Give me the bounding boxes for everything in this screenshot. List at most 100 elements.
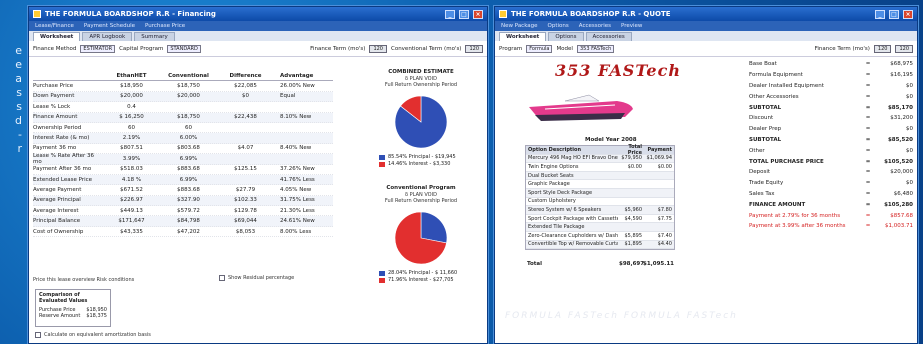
subpanel-line: Reserve Amount $18,375 — [39, 313, 107, 319]
price-value[interactable]: $68,975 — [873, 61, 913, 67]
amount-value[interactable]: 120 — [465, 44, 483, 53]
option-row[interactable]: Twin Engine Options $0.00 $0.00 — [526, 163, 674, 172]
menu-item[interactable]: Lease/Finance — [35, 23, 74, 29]
app-icon — [499, 10, 507, 18]
option-row[interactable]: Dual Bucket Seats — [526, 171, 674, 181]
price-value[interactable]: $105,520 — [873, 159, 913, 165]
equals-sign: = — [865, 126, 871, 133]
equals-sign: = — [865, 158, 871, 165]
amount-label: Conventional Term (mo's) — [390, 45, 462, 52]
equals-sign: = — [865, 212, 871, 219]
price-label: Payment at 3.99% after 36 months — [749, 223, 846, 230]
cell-value: $579.72 — [177, 207, 200, 214]
table-header: EthanHET Conventional Difference Advantage — [33, 71, 333, 82]
minimize-icon[interactable]: _ — [875, 9, 885, 19]
amortization-toggle[interactable]: Calculate on equivalent amortization bas… — [35, 332, 151, 338]
menu-item[interactable]: Options — [548, 23, 569, 29]
price-value[interactable]: $0 — [873, 126, 913, 132]
menu-item[interactable]: Preview — [621, 23, 642, 29]
price-value[interactable]: $16,195 — [873, 72, 913, 78]
price-row: Base Boat = $68,975 — [749, 59, 913, 70]
price-label: SUBTOTAL — [749, 104, 782, 111]
finance-value[interactable]: 120 — [873, 44, 892, 53]
option-name: Dual Bucket Seats — [528, 172, 574, 179]
price-row: Sales Tax = $6,480 — [749, 189, 913, 200]
row-label: Finance Amount — [33, 114, 78, 121]
cell-value: 4.18 % — [121, 176, 142, 183]
close-icon[interactable]: × — [473, 9, 483, 19]
price-value[interactable]: $85,520 — [873, 137, 913, 143]
subpanel-label: Reserve Amount — [39, 313, 81, 319]
left-titlebar: THE FORMULA BOARDSHOP R.R - Financing _ … — [29, 7, 487, 21]
option-name: Convertible Top w/ Removable Curtain — [528, 241, 618, 248]
price-value[interactable]: $0 — [873, 180, 913, 186]
cell-value: $18,950 — [120, 83, 143, 90]
price-value[interactable]: $857.68 — [873, 213, 913, 219]
program-select[interactable]: Formula — [526, 44, 553, 53]
close-icon[interactable]: × — [903, 9, 913, 19]
table-row: Cost of Ownership $43,335 $47,202 $8,053 8.0… — [33, 227, 333, 238]
tab-worksheet[interactable]: Worksheet — [33, 32, 81, 41]
price-row: SUBTOTAL = $85,520 — [749, 135, 913, 146]
price-value[interactable]: $1,003.71 — [873, 223, 913, 229]
options-total: Total $98,697 $1,095.11 — [525, 261, 675, 267]
group-label: Finance Term (mo's) — [310, 45, 366, 52]
option-value: $7.75 — [657, 215, 672, 222]
option-row[interactable]: Sport Style Deck Package — [526, 188, 674, 198]
amortization-checkbox[interactable] — [35, 332, 41, 338]
row-label: Average Interest — [33, 207, 79, 214]
tab-summary[interactable]: Summary — [134, 32, 175, 41]
option-row[interactable]: Custom Upholstery — [526, 198, 674, 207]
menu-item[interactable]: Accessories — [579, 23, 611, 29]
method-select[interactable]: ESTIMATOR — [80, 44, 116, 53]
left-toolbar: Finance Method ESTIMATOR Capital Program… — [29, 41, 487, 57]
price-value[interactable]: $0 — [873, 83, 913, 89]
show-residual-toggle[interactable]: Show Residual percentage — [219, 275, 294, 281]
option-row[interactable]: Stereo System w/ 6 Speakers $5,960 $7.80 — [526, 206, 674, 215]
left-window-title: THE FORMULA BOARDSHOP R.R - Financing — [45, 10, 216, 18]
right-toolbar: Program Formula Model 353 FASTech Financ… — [495, 41, 917, 57]
row-label: Purchase Price — [33, 83, 74, 90]
tab-apr-logbook[interactable]: APR Logbook — [82, 32, 133, 41]
option-value: $79,950 — [621, 155, 642, 162]
maximize-icon[interactable]: □ — [459, 9, 469, 19]
group-value[interactable]: 120 — [369, 44, 387, 53]
price-value[interactable]: $85,170 — [873, 105, 913, 111]
price-value[interactable]: $20,000 — [873, 169, 913, 175]
tab-accessories[interactable]: Accessories — [585, 32, 632, 41]
row-label: Lease % Rate After 36 mo — [33, 152, 95, 165]
term2-value[interactable]: 120 — [895, 44, 913, 53]
option-row[interactable]: Mercury 496 Mag HO EFI Bravo One XR $79,9… — [526, 154, 674, 164]
minimize-icon[interactable]: _ — [445, 9, 455, 19]
equals-sign: = — [865, 82, 871, 89]
maximize-icon[interactable]: □ — [889, 9, 899, 19]
option-row[interactable]: Graphic Package — [526, 180, 674, 189]
option-row[interactable]: Convertible Top w/ Removable Curtain $1,8… — [526, 240, 674, 250]
price-value[interactable]: $31,200 — [873, 115, 913, 121]
option-row[interactable]: Extended Tile Package — [526, 223, 674, 232]
menu-item[interactable]: New Package — [501, 23, 538, 29]
menu-item[interactable]: Payment Schedule — [84, 23, 135, 29]
price-value[interactable]: $105,280 — [873, 202, 913, 208]
option-row[interactable]: Zero-Clearance Cupholders w/ Dash Storag… — [526, 232, 674, 241]
tab-options[interactable]: Options — [548, 32, 584, 41]
cashflow-select[interactable]: STANDARD — [167, 44, 201, 53]
menu-item[interactable]: Purchase Price — [145, 23, 185, 29]
row-label: Payment After 36 mo — [33, 166, 92, 173]
option-value: $5,895 — [624, 232, 643, 239]
amortization-label: Calculate on equivalent amortization bas… — [44, 332, 151, 338]
price-row: Dealer Installed Equipment = $0 — [749, 81, 913, 92]
price-value[interactable]: $6,480 — [873, 191, 913, 197]
show-residual-checkbox[interactable] — [219, 275, 225, 281]
row-label: Extended Lease Price — [33, 176, 93, 183]
legend-item: 71.96% Interest - $27,705 — [379, 277, 481, 284]
option-row[interactable]: Sport Cockpit Package with Cassette $4,59… — [526, 215, 674, 224]
model-select[interactable]: 353 FASTech — [576, 44, 615, 53]
row-label: Cost of Ownership — [33, 228, 84, 235]
price-value[interactable]: $0 — [873, 148, 913, 154]
price-row: Discount = $31,200 — [749, 113, 913, 124]
evaluated-values-panel: Comparison of Evaluated Values Purchase … — [35, 289, 111, 327]
table-row: Payment After 36 mo $518.03 $883.68 $125.15… — [33, 165, 333, 175]
tab-worksheet[interactable]: Worksheet — [499, 32, 547, 41]
price-value[interactable]: $0 — [873, 94, 913, 100]
